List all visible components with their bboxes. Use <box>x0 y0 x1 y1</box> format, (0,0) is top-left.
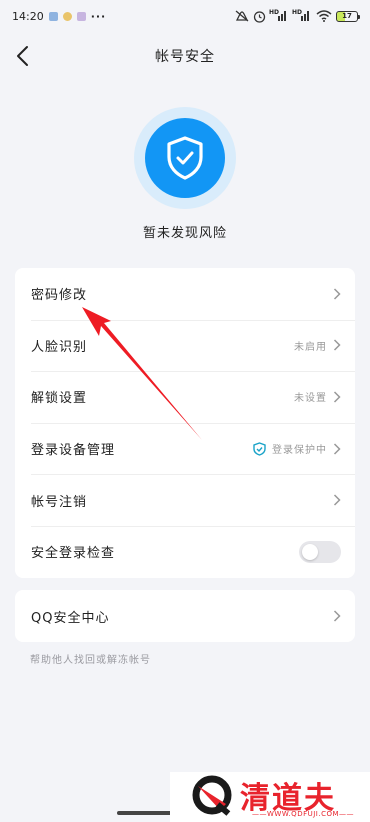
row-label: 解锁设置 <box>31 391 88 407</box>
watermark-logo-icon <box>192 775 232 816</box>
safe-login-check-row: 安全登录检查 <box>15 525 355 578</box>
back-arrow-icon[interactable] <box>12 44 36 68</box>
security-status-circle <box>145 118 225 198</box>
status-bar: 14:20 ··· HD HD 17 <box>0 0 370 32</box>
row-label: 帐号注销 <box>31 494 88 510</box>
chevron-right-icon <box>333 610 341 622</box>
hd-tag: HD <box>269 9 280 16</box>
safe-login-check-toggle[interactable] <box>299 540 341 563</box>
login-devices-row[interactable]: 登录设备管理 登录保护中 <box>15 422 355 475</box>
row-label: 密码修改 <box>31 288 88 304</box>
page-title: 帐号安全 <box>155 49 215 65</box>
nav-header: 帐号安全 <box>0 38 370 74</box>
row-status: 未启用 <box>294 341 327 353</box>
chevron-right-icon <box>333 494 341 506</box>
hd-tag: HD <box>292 9 303 16</box>
row-status: 登录保护中 <box>272 445 327 457</box>
chevron-right-icon <box>333 288 341 300</box>
shield-check-icon <box>253 441 266 456</box>
unlock-settings-row[interactable]: 解锁设置 未设置 <box>15 371 355 423</box>
wifi-icon <box>316 10 332 22</box>
security-settings-list: 密码修改 人脸识别 未启用 解锁设置 未设置 登录设备管理 登录保护中 帐号注销… <box>15 268 355 578</box>
app-notification-icon <box>76 11 86 21</box>
signal-icon: HD <box>292 9 312 21</box>
row-label: 安全登录检查 <box>31 546 116 562</box>
account-cancel-row[interactable]: 帐号注销 <box>15 474 355 526</box>
watermark-url: ——WWW.QDFUJI.COM—— <box>252 810 355 818</box>
row-label: 登录设备管理 <box>31 443 116 459</box>
status-time: 14:20 <box>12 9 44 23</box>
app-notification-icon <box>62 11 72 21</box>
chevron-right-icon <box>333 443 341 455</box>
app-notification-icon <box>48 11 58 21</box>
chevron-right-icon <box>333 391 341 403</box>
do-not-disturb-icon <box>235 10 249 22</box>
security-status-badge <box>134 107 236 209</box>
row-label: QQ安全中心 <box>31 610 110 626</box>
qq-security-center-card: QQ安全中心 <box>15 590 355 642</box>
more-notifications-icon: ··· <box>90 9 107 23</box>
row-status: 未设置 <box>294 393 327 405</box>
help-others-link[interactable]: 帮助他人找回或解冻帐号 <box>30 651 151 666</box>
security-status-text: 暂未发现风险 <box>142 226 227 241</box>
toggle-knob <box>302 543 318 560</box>
qq-security-center-row[interactable]: QQ安全中心 <box>15 590 355 642</box>
signal-icon: HD <box>269 9 289 21</box>
watermark: 清道夫 ——WWW.QDFUJI.COM—— <box>170 772 370 822</box>
alarm-icon <box>253 10 266 23</box>
shield-check-icon <box>167 136 203 180</box>
chevron-right-icon <box>333 339 341 351</box>
password-change-row[interactable]: 密码修改 <box>15 268 355 320</box>
row-label: 人脸识别 <box>31 339 88 355</box>
battery-icon: 17 <box>336 10 360 22</box>
face-recognition-row[interactable]: 人脸识别 未启用 <box>15 319 355 372</box>
battery-level: 17 <box>342 12 352 20</box>
